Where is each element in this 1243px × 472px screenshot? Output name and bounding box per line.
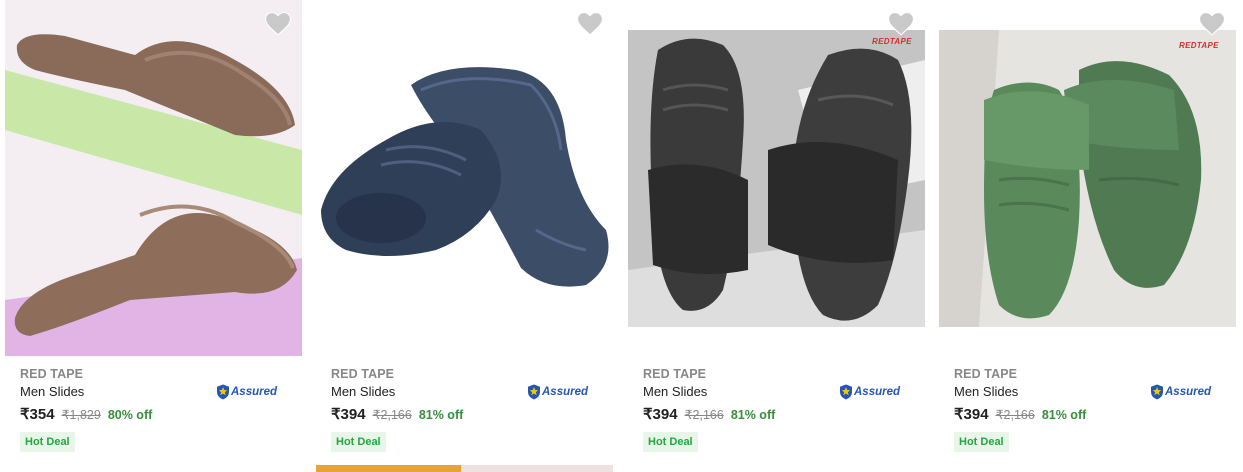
assured-label: Assured	[231, 386, 278, 398]
price-row: ₹394 ₹2,166 81% off	[643, 405, 775, 423]
product-image[interactable]	[939, 30, 1236, 327]
assured-label: Assured	[1165, 386, 1212, 398]
hot-deal-badge: Hot Deal	[954, 432, 1009, 452]
brand-logo: REDTAPE	[872, 37, 912, 46]
shield-icon	[528, 384, 540, 400]
assured-badge: Assured	[839, 383, 900, 401]
product-image[interactable]	[316, 0, 613, 356]
product-card[interactable]: RED TAPE Men Slides Assured ₹394 ₹2,166 …	[316, 0, 613, 472]
price-row: ₹354 ₹1,829 80% off	[20, 405, 152, 423]
assured-badge: Assured	[1150, 383, 1211, 401]
discount-percent: 81% off	[1041, 408, 1087, 422]
selling-price: ₹394	[331, 406, 366, 423]
brand-logo: REDTAPE	[1179, 41, 1219, 50]
selling-price: ₹394	[954, 406, 989, 423]
original-price: ₹2,166	[372, 408, 412, 422]
discount-percent: 80% off	[107, 408, 153, 422]
product-image[interactable]	[5, 0, 302, 356]
hot-deal-badge: Hot Deal	[20, 432, 75, 452]
brand-name: RED TAPE	[643, 367, 707, 381]
hot-deal-badge: Hot Deal	[331, 432, 386, 452]
brand-name: RED TAPE	[954, 367, 1018, 381]
shield-icon	[840, 384, 852, 400]
product-title[interactable]: Men Slides	[20, 384, 84, 399]
shield-icon	[1151, 384, 1163, 400]
product-image[interactable]	[628, 30, 925, 327]
next-product-image-peek	[316, 462, 613, 472]
assured-badge: Assured	[216, 383, 277, 401]
product-title[interactable]: Men Slides	[331, 384, 395, 399]
original-price: ₹2,166	[995, 408, 1035, 422]
price-row: ₹394 ₹2,166 81% off	[331, 405, 463, 423]
assured-badge: Assured	[527, 383, 588, 401]
heart-icon[interactable]	[265, 12, 291, 36]
shield-icon	[217, 384, 229, 400]
brand-name: RED TAPE	[20, 367, 84, 381]
assured-label: Assured	[542, 386, 589, 398]
heart-icon[interactable]	[577, 12, 603, 36]
product-card[interactable]: REDTAPE RED TAPE Men Slides Assured ₹394…	[628, 0, 925, 472]
heart-icon[interactable]	[888, 12, 914, 36]
hot-deal-badge: Hot Deal	[643, 432, 698, 452]
price-row: ₹394 ₹2,166 81% off	[954, 405, 1086, 423]
assured-label: Assured	[854, 386, 901, 398]
discount-percent: 81% off	[730, 408, 776, 422]
original-price: ₹2,166	[684, 408, 724, 422]
product-card[interactable]: RED TAPE Men Slides Assured ₹354 ₹1,829 …	[5, 0, 302, 472]
selling-price: ₹394	[643, 406, 678, 423]
product-card[interactable]: REDTAPE RED TAPE Men Slides Assured ₹394…	[939, 0, 1236, 472]
brand-name: RED TAPE	[331, 367, 395, 381]
product-title[interactable]: Men Slides	[954, 384, 1018, 399]
discount-percent: 81% off	[418, 408, 464, 422]
heart-icon[interactable]	[1199, 12, 1225, 36]
original-price: ₹1,829	[61, 408, 101, 422]
selling-price: ₹354	[20, 406, 55, 423]
product-title[interactable]: Men Slides	[643, 384, 707, 399]
